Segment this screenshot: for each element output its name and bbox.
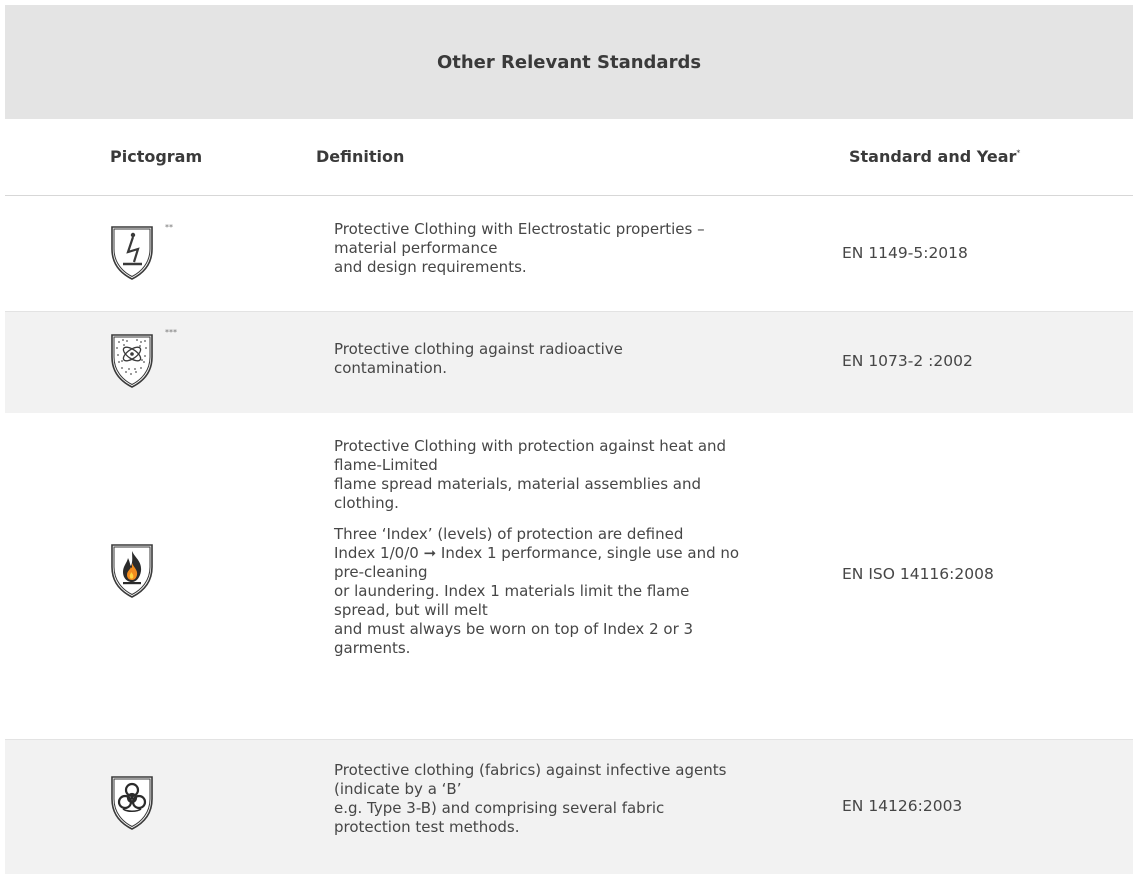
- standard-year: EN 1073-2 :2002: [842, 352, 973, 370]
- definition-line: contamination.: [334, 359, 447, 377]
- footnote-stars: ***: [165, 328, 177, 337]
- definition-line: flame spread materials, material assembl…: [334, 475, 702, 493]
- definition-line: flame-Limited: [334, 456, 438, 474]
- standards-table: Other Relevant Standards Pictogram Defin…: [5, 5, 1133, 874]
- header-standard-label: Standard and Year: [849, 147, 1017, 166]
- definition-line: Index 1/0/0 ➞ Index 1 performance, singl…: [334, 544, 740, 562]
- footnote-stars: **: [165, 223, 173, 232]
- definition-line: and must always be worn on top of Index …: [334, 620, 694, 638]
- definition-text: Protective clothing against radioactive …: [334, 340, 814, 378]
- table-header: Pictogram Definition Standard and Year*: [5, 119, 1133, 196]
- title-band: Other Relevant Standards: [5, 5, 1133, 119]
- flame-icon: [102, 541, 162, 601]
- electrostatic-icon: [102, 223, 162, 283]
- header-pictogram: Pictogram: [110, 147, 203, 166]
- definition-line: Protective clothing against radioactive: [334, 340, 623, 358]
- table-row: *** Protective clothing against radioact…: [5, 312, 1133, 413]
- definition-line: Protective Clothing with protection agai…: [334, 437, 727, 455]
- standard-year: EN 1149-5:2018: [842, 244, 968, 262]
- definition-line: clothing.: [334, 494, 399, 512]
- definition-line: garments.: [334, 639, 411, 657]
- header-standard: Standard and Year*: [849, 147, 1020, 166]
- definition-line: or laundering. Index 1 materials limit t…: [334, 582, 690, 600]
- section-title: Other Relevant Standards: [436, 51, 702, 73]
- definition-text: Protective clothing (fabrics) against in…: [334, 761, 814, 837]
- definition-line: material performance: [334, 239, 498, 257]
- table-row: ** Protective Clothing with Electrostati…: [5, 196, 1133, 312]
- header-definition: Definition: [316, 147, 405, 166]
- definition-line: Protective Clothing with Electrostatic p…: [334, 220, 705, 238]
- definition-line: (indicate by a ‘B’: [334, 780, 462, 798]
- definition-line: and design requirements.: [334, 258, 527, 276]
- standard-year: EN 14126:2003: [842, 797, 963, 815]
- definition-line: Protective clothing (fabrics) against in…: [334, 761, 727, 779]
- table-row: Protective Clothing with protection agai…: [5, 413, 1133, 740]
- definition-text: Protective Clothing with protection agai…: [334, 437, 814, 658]
- definition-line: protection test methods.: [334, 818, 520, 836]
- biohazard-icon: [102, 773, 162, 833]
- definition-line: spread, but will melt: [334, 601, 488, 619]
- table-row: Protective clothing (fabrics) against in…: [5, 740, 1133, 874]
- header-standard-mark: *: [1016, 148, 1021, 158]
- definition-line: Three ‘Index’ (levels) of protection are…: [334, 525, 684, 543]
- definition-text: Protective Clothing with Electrostatic p…: [334, 220, 814, 277]
- radioactive-contamination-icon: [102, 331, 162, 391]
- definition-line: pre-cleaning: [334, 563, 428, 581]
- definition-line: e.g. Type 3-B) and comprising several fa…: [334, 799, 665, 817]
- standard-year: EN ISO 14116:2008: [842, 565, 994, 583]
